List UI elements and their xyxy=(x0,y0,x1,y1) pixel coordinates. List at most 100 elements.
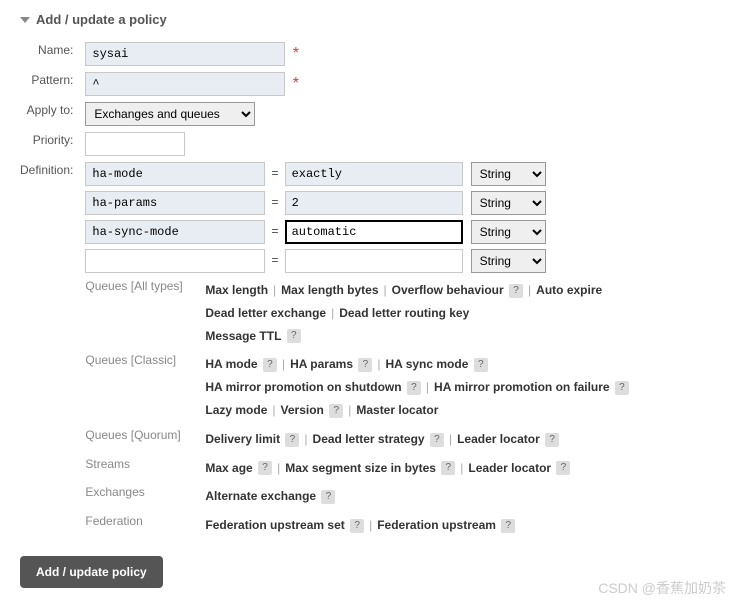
separator: | xyxy=(304,432,307,446)
help-icon[interactable]: ? xyxy=(556,461,570,475)
help-icon[interactable]: ? xyxy=(358,358,372,372)
help-icon[interactable]: ? xyxy=(329,404,343,418)
separator: | xyxy=(384,283,387,297)
pattern-input[interactable] xyxy=(85,72,285,96)
definition-value-input[interactable] xyxy=(285,249,463,273)
hint-link[interactable]: Dead letter exchange xyxy=(205,306,326,320)
help-icon[interactable]: ? xyxy=(509,284,523,298)
chevron-down-icon xyxy=(20,15,30,25)
hints-group-label: Queues [Classic] xyxy=(85,353,205,421)
help-icon[interactable]: ? xyxy=(321,490,335,504)
hint-link[interactable]: Message TTL xyxy=(205,329,281,343)
separator: | xyxy=(273,283,276,297)
hint-link[interactable]: HA mirror promotion on shutdown xyxy=(205,380,401,394)
add-update-policy-button[interactable]: Add / update policy xyxy=(20,556,163,588)
definition-type-select[interactable]: String xyxy=(471,249,546,273)
equals-sign: = xyxy=(271,196,278,210)
hint-link[interactable]: Federation upstream xyxy=(377,518,496,532)
apply-to-select[interactable]: Exchanges and queues xyxy=(85,102,255,126)
hints-group-label: Exchanges xyxy=(85,485,205,508)
hints-row: Queues [All types]Max length | Max length … xyxy=(85,279,629,347)
priority-label: Priority: xyxy=(20,129,81,159)
definition-key-input[interactable] xyxy=(85,162,265,186)
definition-type-select[interactable]: String xyxy=(471,220,546,244)
definition-label: Definition: xyxy=(20,159,81,540)
hints-group-label: Federation xyxy=(85,514,205,537)
apply-to-label: Apply to: xyxy=(20,99,81,129)
hint-link[interactable]: Master locator xyxy=(356,403,438,417)
separator: | xyxy=(426,380,429,394)
hints-row: Queues [Classic]HA mode ?|HA params ?|HA… xyxy=(85,353,629,421)
hints-body: Alternate exchange ? xyxy=(205,485,629,508)
hint-link[interactable]: Alternate exchange xyxy=(205,489,316,503)
separator: | xyxy=(272,403,275,417)
help-icon[interactable]: ? xyxy=(441,461,455,475)
hints-body: Federation upstream set ? | Federation ups… xyxy=(205,514,629,537)
help-icon[interactable]: ? xyxy=(350,519,364,533)
hint-link[interactable]: Dead letter routing key xyxy=(339,306,469,320)
definition-key-input[interactable] xyxy=(85,191,265,215)
hint-link[interactable]: Version xyxy=(281,403,324,417)
separator: | xyxy=(460,461,463,475)
help-icon[interactable]: ? xyxy=(287,329,301,343)
definition-value-input[interactable] xyxy=(285,220,463,244)
hints-row: ExchangesAlternate exchange ? xyxy=(85,485,629,508)
help-icon[interactable]: ? xyxy=(615,381,629,395)
definition-value-input[interactable] xyxy=(285,191,463,215)
hints-body: Max age ? | Max segment size in bytes ? | Le… xyxy=(205,457,629,480)
hint-link[interactable]: Max length xyxy=(205,283,268,297)
separator: | xyxy=(528,283,531,297)
hint-link[interactable]: Max segment size in bytes xyxy=(285,461,436,475)
section-title: Add / update a policy xyxy=(36,12,167,27)
name-label: Name: xyxy=(20,39,81,69)
hint-link[interactable]: Delivery limit xyxy=(205,432,280,446)
policy-form: Name: * Pattern: * Apply to: Exchanges a… xyxy=(20,39,633,540)
hints-body: HA mode ? | HA params ? | HA sync mode ? HA m… xyxy=(205,353,629,421)
hint-link[interactable]: HA sync mode xyxy=(385,357,468,371)
help-icon[interactable]: ? xyxy=(285,433,299,447)
separator: | xyxy=(377,357,380,371)
separator: | xyxy=(282,357,285,371)
definition-row: = String xyxy=(85,191,629,215)
hints-row: FederationFederation upstream set ?|Fede… xyxy=(85,514,629,537)
definition-type-select[interactable]: String xyxy=(471,162,546,186)
hints-group-label: Queues [All types] xyxy=(85,279,205,347)
hint-link[interactable]: Max age xyxy=(205,461,252,475)
hint-link[interactable]: Overflow behaviour xyxy=(392,283,504,297)
help-icon[interactable]: ? xyxy=(430,433,444,447)
definition-key-input[interactable] xyxy=(85,249,265,273)
separator: | xyxy=(369,518,372,532)
help-icon[interactable]: ? xyxy=(258,461,272,475)
definition-value-input[interactable] xyxy=(285,162,463,186)
definition-type-select[interactable]: String xyxy=(471,191,546,215)
equals-sign: = xyxy=(271,167,278,181)
help-icon[interactable]: ? xyxy=(263,358,277,372)
hint-link[interactable]: Auto expire xyxy=(536,283,602,297)
hint-link[interactable]: Dead letter strategy xyxy=(313,432,425,446)
definition-row: =String xyxy=(85,220,629,244)
hint-link[interactable]: Max length bytes xyxy=(281,283,378,297)
hints-body: Delivery limit ?|Dead letter strategy ?|… xyxy=(205,428,629,451)
help-icon[interactable]: ? xyxy=(545,433,559,447)
help-icon[interactable]: ? xyxy=(501,519,515,533)
hint-link[interactable]: HA params xyxy=(290,357,353,371)
equals-sign: = xyxy=(271,254,278,268)
hint-link[interactable]: Lazy mode xyxy=(205,403,267,417)
definition-key-input[interactable] xyxy=(85,220,265,244)
help-icon[interactable]: ? xyxy=(474,358,488,372)
priority-input[interactable] xyxy=(85,132,185,156)
separator: | xyxy=(331,306,334,320)
hint-link[interactable]: Federation upstream set xyxy=(205,518,344,532)
hints-row: Queues [Quorum]Delivery limit ?|Dead let… xyxy=(85,428,629,451)
hints-body: Max length | Max length bytes | Overflow beh… xyxy=(205,279,629,347)
hint-link[interactable]: Leader locator xyxy=(468,461,551,475)
hint-link[interactable]: HA mirror promotion on failure xyxy=(434,380,610,394)
section-header[interactable]: Add / update a policy xyxy=(20,12,726,27)
help-icon[interactable]: ? xyxy=(407,381,421,395)
name-input[interactable] xyxy=(85,42,285,66)
hint-link[interactable]: Leader locator xyxy=(457,432,540,446)
definition-row: = String xyxy=(85,162,629,186)
separator: | xyxy=(277,461,280,475)
required-marker: * xyxy=(293,45,299,62)
hint-link[interactable]: HA mode xyxy=(205,357,257,371)
